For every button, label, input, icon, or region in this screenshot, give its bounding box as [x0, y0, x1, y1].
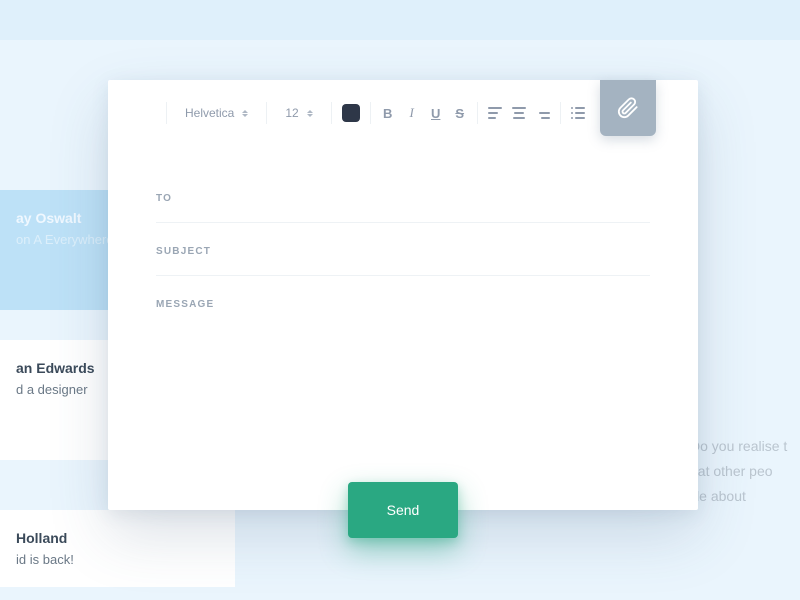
compose-fields: TO SUBJECT MESSAGE [156, 170, 650, 328]
font-size-value: 12 [285, 106, 298, 120]
send-label: Send [387, 502, 420, 518]
text-color-swatch[interactable] [342, 104, 360, 122]
separator [477, 102, 478, 124]
compose-modal: Helvetica 12 B I U S [108, 80, 698, 510]
attach-button[interactable] [600, 80, 656, 136]
bg-sender: Holland [16, 530, 219, 546]
to-label: TO [156, 193, 172, 204]
separator [331, 102, 332, 124]
separator [560, 102, 561, 124]
bold-button[interactable]: B [381, 106, 395, 121]
align-right-button[interactable] [536, 107, 550, 119]
format-group: B I U S [381, 105, 467, 121]
paperclip-icon [617, 97, 639, 119]
font-family-select[interactable]: Helvetica [177, 106, 256, 120]
message-field[interactable]: MESSAGE [156, 276, 650, 328]
separator [370, 102, 371, 124]
format-toolbar: Helvetica 12 B I U S [156, 98, 598, 128]
strikethrough-button[interactable]: S [453, 106, 467, 121]
bullet-list-button[interactable] [571, 107, 585, 119]
font-family-value: Helvetica [185, 106, 234, 120]
bg-top-bar [0, 0, 800, 40]
font-size-select[interactable]: 12 [277, 106, 320, 120]
bg-subject: id is back! [16, 552, 219, 567]
subject-label: SUBJECT [156, 246, 211, 257]
separator [266, 102, 267, 124]
align-left-button[interactable] [488, 107, 502, 119]
to-field[interactable]: TO [156, 170, 650, 223]
send-button[interactable]: Send [348, 482, 458, 538]
message-label: MESSAGE [156, 299, 214, 310]
bg-mail-item: Holland id is back! [0, 510, 235, 587]
separator [166, 102, 167, 124]
align-center-button[interactable] [512, 107, 526, 119]
stepper-icon [307, 110, 313, 117]
underline-button[interactable]: U [429, 106, 443, 121]
align-group [488, 107, 550, 119]
stepper-icon [242, 110, 248, 117]
italic-button[interactable]: I [405, 105, 419, 121]
subject-field[interactable]: SUBJECT [156, 223, 650, 276]
